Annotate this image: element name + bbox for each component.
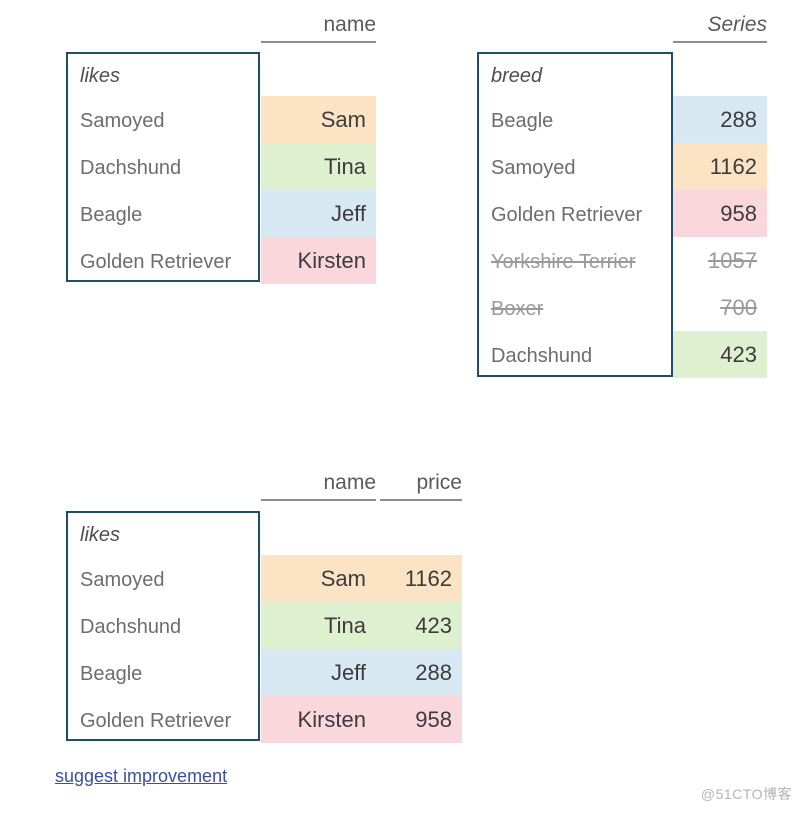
bottom-joined-table: name price likes Samoyed Dachshund Beagl…	[0, 460, 500, 760]
watermark-label: @51CTO博客	[700, 786, 792, 802]
value-cell: Sam	[320, 565, 366, 591]
index-name-label: breed	[491, 64, 543, 87]
column-header-price: price	[380, 471, 462, 502]
table-row: Kirsten 958	[261, 696, 462, 743]
column-header-series: Series	[673, 13, 767, 44]
right-table-index-box: breed Beagle Samoyed Golden Retriever Yo…	[477, 52, 673, 377]
value-cell: Kirsten	[297, 706, 366, 732]
bottom-table-column-headers: name price	[261, 471, 462, 502]
table-row: Sam 1162	[261, 555, 462, 602]
index-cell: Golden Retriever	[491, 204, 643, 226]
index-cell: Samoyed	[491, 157, 576, 179]
table-row: 1057	[673, 237, 767, 284]
index-cell: Golden Retriever	[80, 710, 232, 732]
value-cell: 1057	[708, 247, 757, 273]
left-table-values: Sam Tina Jeff Kirsten	[261, 96, 376, 284]
table-row: Tina 423	[261, 602, 462, 649]
bottom-table-index-box: likes Samoyed Dachshund Beagle Golden Re…	[66, 511, 260, 741]
bottom-table-values: Sam 1162 Tina 423 Jeff 288 Kirsten 958	[261, 555, 462, 743]
value-cell: 1162	[709, 153, 757, 179]
value-cell: 423	[415, 612, 452, 638]
index-cell: Beagle	[80, 663, 143, 685]
table-row: 958	[673, 190, 767, 237]
table-row: Jeff 288	[261, 649, 462, 696]
index-name-label: likes	[80, 523, 121, 546]
index-cell: Dachshund	[80, 616, 182, 638]
index-name-label: likes	[80, 64, 121, 87]
index-cell: Samoyed	[80, 569, 165, 591]
index-cell: Beagle	[491, 110, 554, 132]
value-cell: Jeff	[330, 659, 366, 685]
table-row: Kirsten	[261, 237, 376, 284]
suggest-improvement-link[interactable]: suggest improvement	[55, 766, 227, 787]
value-cell: 958	[415, 706, 452, 732]
value-cell: 1162	[404, 565, 452, 591]
index-cell: Golden Retriever	[80, 251, 232, 273]
value-cell: 288	[720, 106, 757, 132]
index-cell: Dachshund	[491, 345, 593, 367]
table-row: Jeff	[261, 190, 376, 237]
index-cell: Dachshund	[80, 157, 182, 179]
value-cell: Kirsten	[297, 247, 366, 273]
index-cell: Yorkshire Terrier	[491, 251, 636, 273]
table-row: 423	[673, 331, 767, 378]
value-cell: 423	[720, 341, 757, 367]
table-row: 288	[673, 96, 767, 143]
value-cell: Tina	[324, 153, 366, 179]
index-cell: Beagle	[80, 204, 143, 226]
right-table-column-headers: Series	[673, 13, 767, 44]
value-cell: 288	[415, 659, 452, 685]
table-row: Tina	[261, 143, 376, 190]
value-cell: Jeff	[330, 200, 366, 226]
table-row: 1162	[673, 143, 767, 190]
value-cell: Sam	[320, 106, 366, 132]
right-table-values: 288 1162 958 1057 700 423	[673, 96, 767, 378]
table-row: Sam	[261, 96, 376, 143]
value-cell: Tina	[324, 612, 366, 638]
column-header-name: name	[261, 471, 376, 502]
left-table-index-box: likes Samoyed Dachshund Beagle Golden Re…	[66, 52, 260, 282]
table-row: 700	[673, 284, 767, 331]
value-cell: 958	[720, 200, 757, 226]
index-cell: Boxer	[491, 298, 544, 320]
value-cell: 700	[720, 294, 757, 320]
index-cell: Samoyed	[80, 110, 165, 132]
